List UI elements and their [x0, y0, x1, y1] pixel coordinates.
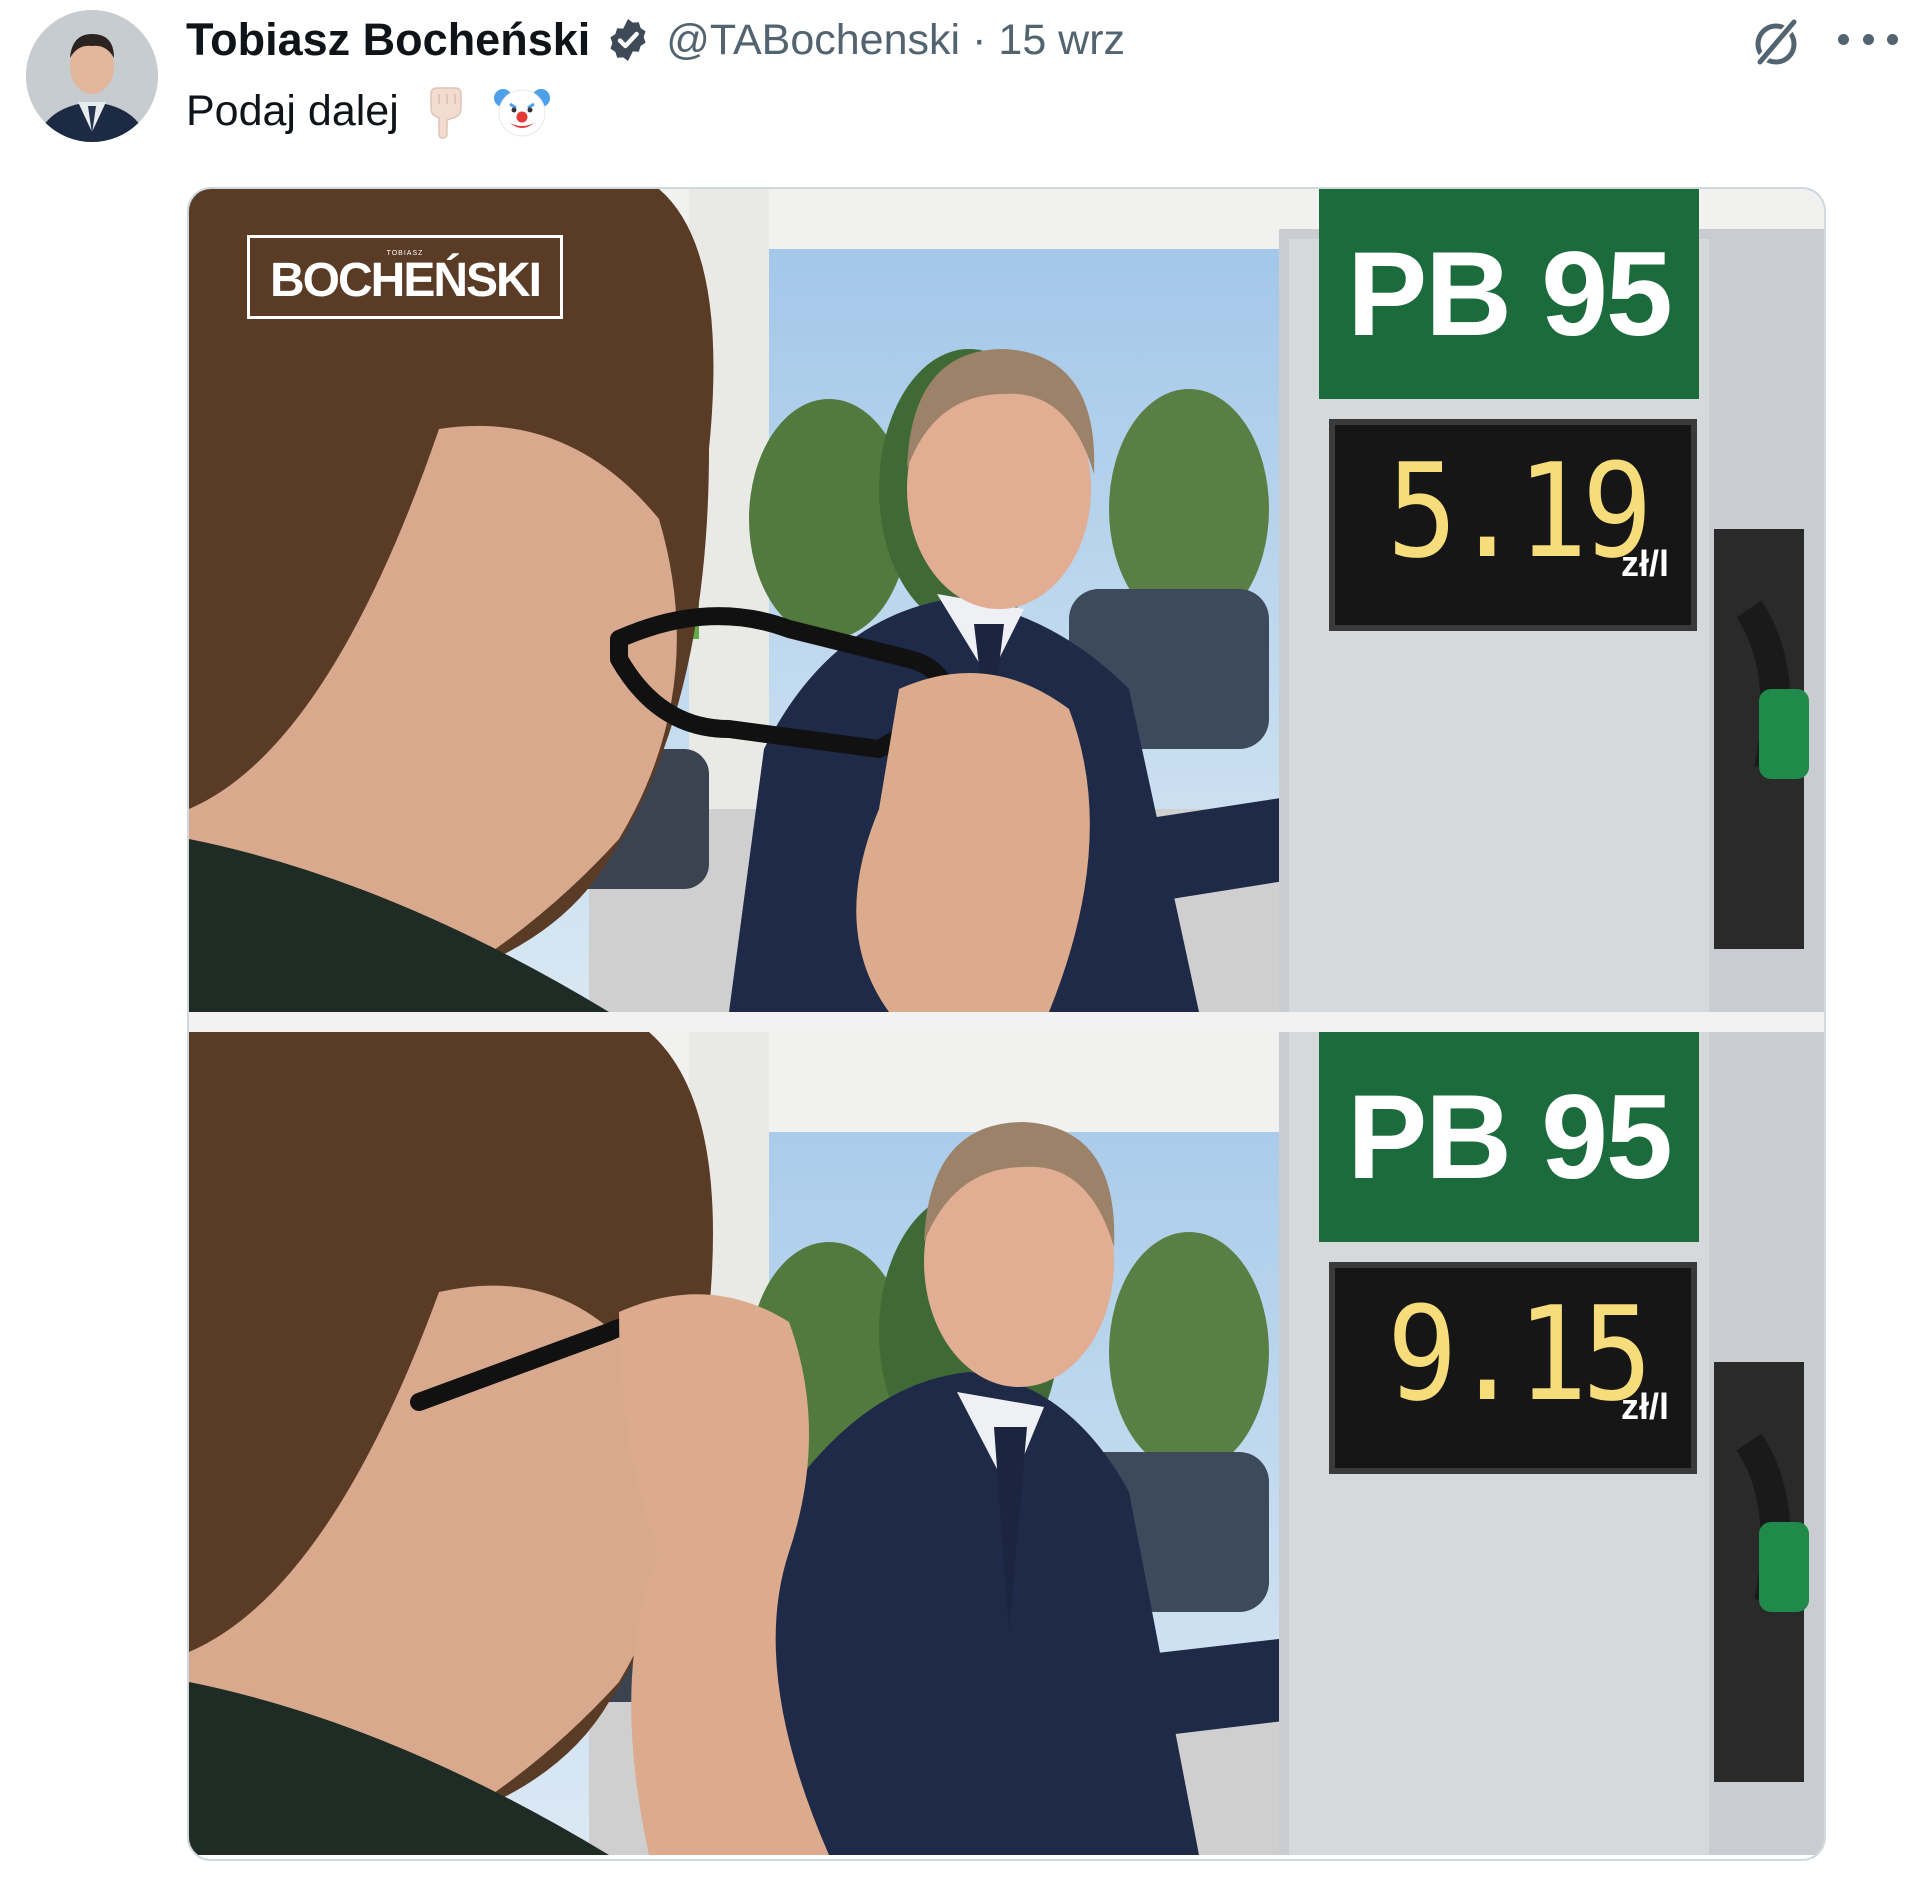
fuel-price: 5.19: [1387, 435, 1653, 587]
clown-face-icon: [493, 89, 550, 137]
author-avatar[interactable]: [26, 10, 158, 142]
more-dot: [1862, 33, 1874, 45]
price-display: 5.19 zł/l: [1329, 419, 1697, 631]
price-unit: zł/l: [1620, 543, 1669, 584]
brand-watermark: TOBIASZ BOCHEŃSKI: [247, 235, 563, 319]
tweet-media[interactable]: TOBIASZ BOCHEŃSKI PB 95 5.19 zł/l PB 95 …: [187, 187, 1826, 1861]
tweet-text: Podaj dalej: [186, 86, 399, 135]
tweet-header: Tobiasz Bocheński @TABochenski · 15 wrz: [186, 10, 1125, 70]
header-separator: ·: [972, 15, 987, 64]
fuel-type-label: PB 95: [1347, 1070, 1673, 1204]
grok-icon[interactable]: [1748, 14, 1804, 70]
price-unit: zł/l: [1620, 1386, 1669, 1427]
author-name[interactable]: Tobiasz Bocheński: [186, 14, 590, 66]
author-handle[interactable]: @TABochenski: [666, 16, 960, 65]
price-display: 9.15 zł/l: [1329, 1262, 1697, 1474]
meme-panel-bottom: PB 95 9.15 zł/l: [189, 1032, 1824, 1855]
fuel-type-sign: PB 95: [1319, 1032, 1699, 1242]
pointing-down-hand-icon: [430, 87, 462, 139]
fuel-type-label: PB 95: [1347, 227, 1673, 361]
watermark-brand-text: BOCHEŃSKI: [269, 253, 542, 307]
fuel-type-sign: PB 95: [1319, 189, 1699, 399]
fuel-price: 9.15: [1387, 1278, 1653, 1430]
tweet-date[interactable]: 15 wrz: [998, 16, 1125, 65]
more-dot: [1887, 33, 1898, 45]
tweet-body: Podaj dalej: [186, 82, 551, 140]
more-dot: [1838, 33, 1849, 45]
more-options-icon[interactable]: [1838, 14, 1898, 64]
panel-divider: [189, 1012, 1824, 1032]
verified-badge-icon[interactable]: [604, 16, 652, 64]
author-avatar-image: [26, 10, 158, 142]
meme-panel-top: TOBIASZ BOCHEŃSKI PB 95 5.19 zł/l: [189, 189, 1824, 1012]
